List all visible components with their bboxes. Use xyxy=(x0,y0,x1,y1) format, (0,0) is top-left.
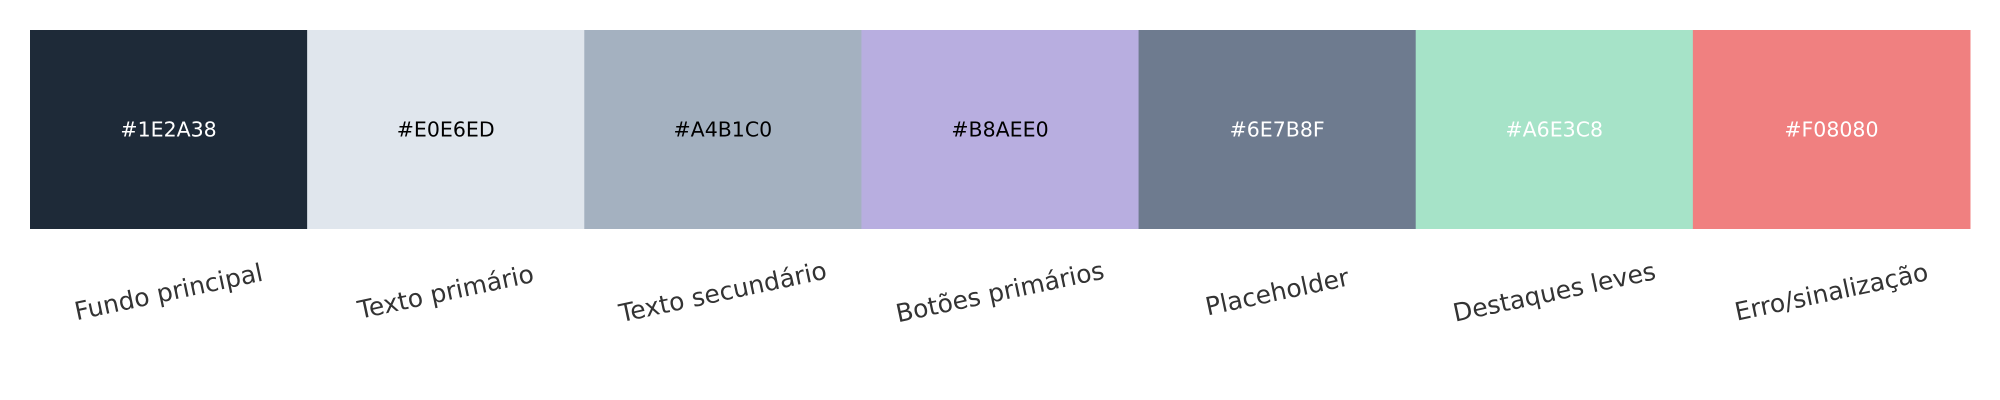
swatch-hex-label: #A6E3C8 xyxy=(1505,118,1603,142)
label-layer: Fundo principal Texto primário Texto secun… xyxy=(72,256,1931,329)
color-palette-chart: #1E2A38 #E0E6ED #A4B1C0 #B8AEE0 #6E7B8F #A6E3… xyxy=(30,30,1971,329)
swatch-hex-label: #A4B1C0 xyxy=(674,118,773,142)
swatch-layer: #1E2A38 #E0E6ED #A4B1C0 #B8AEE0 #6E7B8F #A6E3… xyxy=(30,30,1971,229)
swatch-name-label: Texto secundário xyxy=(615,256,829,329)
swatch-hex-label: #F08080 xyxy=(1784,118,1878,142)
swatch-name-label: Fundo principal xyxy=(72,258,265,326)
swatch-hex-label: #B8AEE0 xyxy=(951,118,1048,142)
swatch-name-label: Texto primário xyxy=(354,259,536,325)
swatch-name-label: Erro/sinalização xyxy=(1732,257,1931,326)
swatch-name-label: Destaques leves xyxy=(1450,256,1658,327)
swatch-hex-label: #E0E6ED xyxy=(397,118,495,142)
swatch-hex-label: #6E7B8F xyxy=(1230,118,1325,142)
swatch-hex-label: #1E2A38 xyxy=(120,118,216,142)
swatch-name-label: Placeholder xyxy=(1203,262,1353,321)
swatch-name-label: Botões primários xyxy=(893,256,1107,328)
